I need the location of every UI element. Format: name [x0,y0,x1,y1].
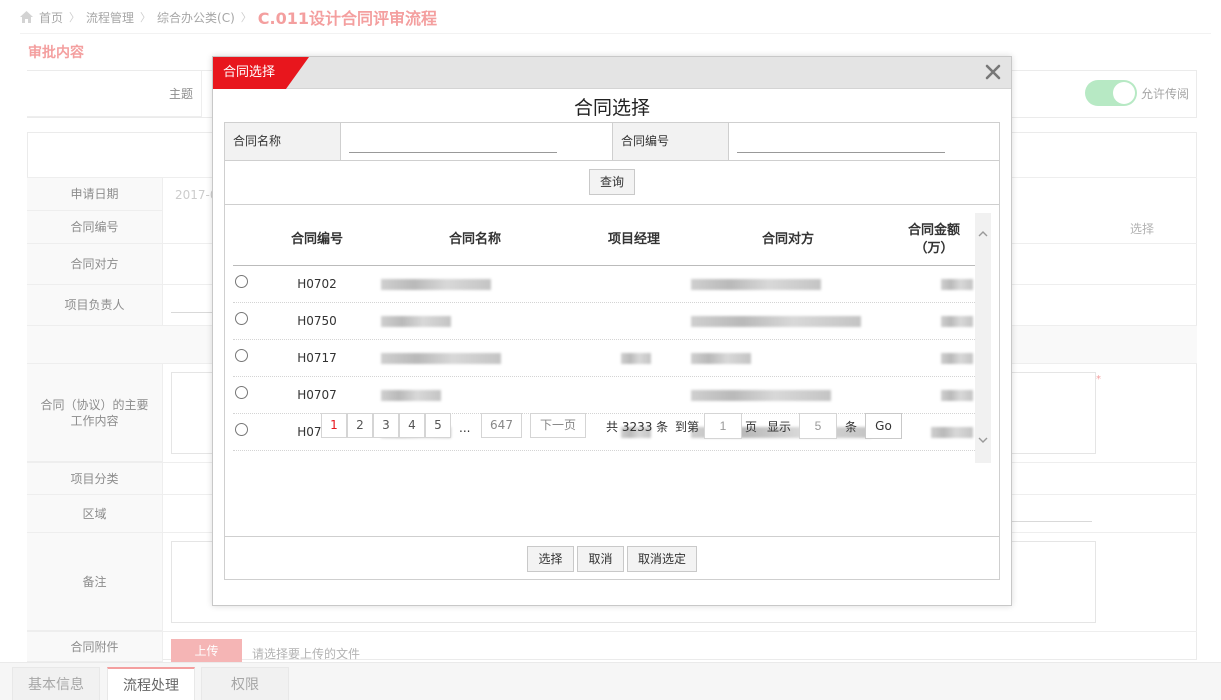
redacted-counterparty [691,353,751,364]
search-row: 查询 [225,161,999,205]
col-header-code: 合同编号 [290,231,343,247]
show-label: 显示 [767,420,792,434]
divider [225,536,999,537]
search-button[interactable]: 查询 [589,169,635,195]
redacted-counterparty [691,316,861,327]
contract-code: H0702 [297,277,337,291]
go-button[interactable]: Go [865,413,902,439]
goto-page-input[interactable] [704,413,742,439]
col-header-counterparty: 合同对方 [761,231,814,247]
table-row[interactable]: H0702 [233,266,975,303]
page-size-input[interactable] [799,413,837,439]
dialog-title: 合同选择 [573,97,650,119]
close-icon[interactable] [983,62,1003,82]
row-radio[interactable] [235,349,248,362]
page-1[interactable]: 1 [321,413,347,438]
contract-no-input[interactable] [737,135,945,153]
col-header-amount: 合同金额（万） [907,222,960,256]
goto-label: 到第 [675,420,700,434]
contract-select-dialog: 合同选择 合同选择 合同名称 合同编号 查询 合同编号 合同名称 项目经理 合同… [212,56,1012,606]
redacted-amount [931,427,973,438]
contract-name-label: 合同名称 [225,123,341,160]
redacted-amount [941,353,973,364]
pagination: 1 2 3 4 5 ... 647 下一页 共 3233 条 到第 页 显示 条… [321,413,921,439]
page: 首页 〉 流程管理 〉 综合办公类(C) 〉 C.011设计合同评审流程 审批内… [0,0,1221,700]
page-last[interactable]: 647 [481,413,522,438]
row-radio[interactable] [235,312,248,325]
redacted-counterparty [691,279,821,290]
contract-no-query-label: 合同编号 [613,123,729,160]
redacted-name [381,316,451,327]
select-button[interactable]: 选择 [527,546,574,572]
table-row[interactable]: H0707 [233,377,975,414]
table-row[interactable]: H0717 [233,340,975,377]
redacted-amount [941,390,973,401]
chevron-up-icon[interactable] [978,229,988,239]
size-unit: 条 [845,420,858,434]
page-3[interactable]: 3 [373,413,399,438]
contract-code: H0717 [297,351,337,365]
row-radio[interactable] [235,423,248,436]
total-count: 共 3233 条 [606,420,669,434]
col-header-name: 合同名称 [448,231,501,247]
page-5[interactable]: 5 [425,413,451,438]
contract-code: H0707 [297,388,337,402]
redacted-manager [621,353,651,364]
table-scrollbar[interactable] [975,213,991,463]
col-header-manager: 项目经理 [607,231,660,247]
table-row[interactable]: H0750 [233,303,975,340]
query-row: 合同名称 合同编号 [225,123,999,161]
page-2[interactable]: 2 [347,413,373,438]
row-radio[interactable] [235,386,248,399]
page-4[interactable]: 4 [399,413,425,438]
dialog-header: 合同选择 [213,57,1011,89]
dialog-tag: 合同选择 [213,57,309,89]
redacted-name [381,390,441,401]
next-page-button[interactable]: 下一页 [530,413,586,438]
dialog-body: 合同名称 合同编号 查询 合同编号 合同名称 项目经理 合同对方 合同金额（万） [224,122,1000,580]
redacted-amount [941,316,973,327]
deselect-button[interactable]: 取消选定 [627,546,697,572]
cancel-button[interactable]: 取消 [577,546,624,572]
redacted-amount [941,279,973,290]
redacted-counterparty [691,390,831,401]
row-radio[interactable] [235,275,248,288]
chevron-down-icon[interactable] [978,435,988,445]
redacted-name [381,353,501,364]
contract-code: H0750 [297,314,337,328]
contract-name-input[interactable] [349,135,557,153]
pagination-ellipsis: ... [459,421,471,435]
page-unit: 页 [745,420,758,434]
redacted-name [381,279,491,290]
